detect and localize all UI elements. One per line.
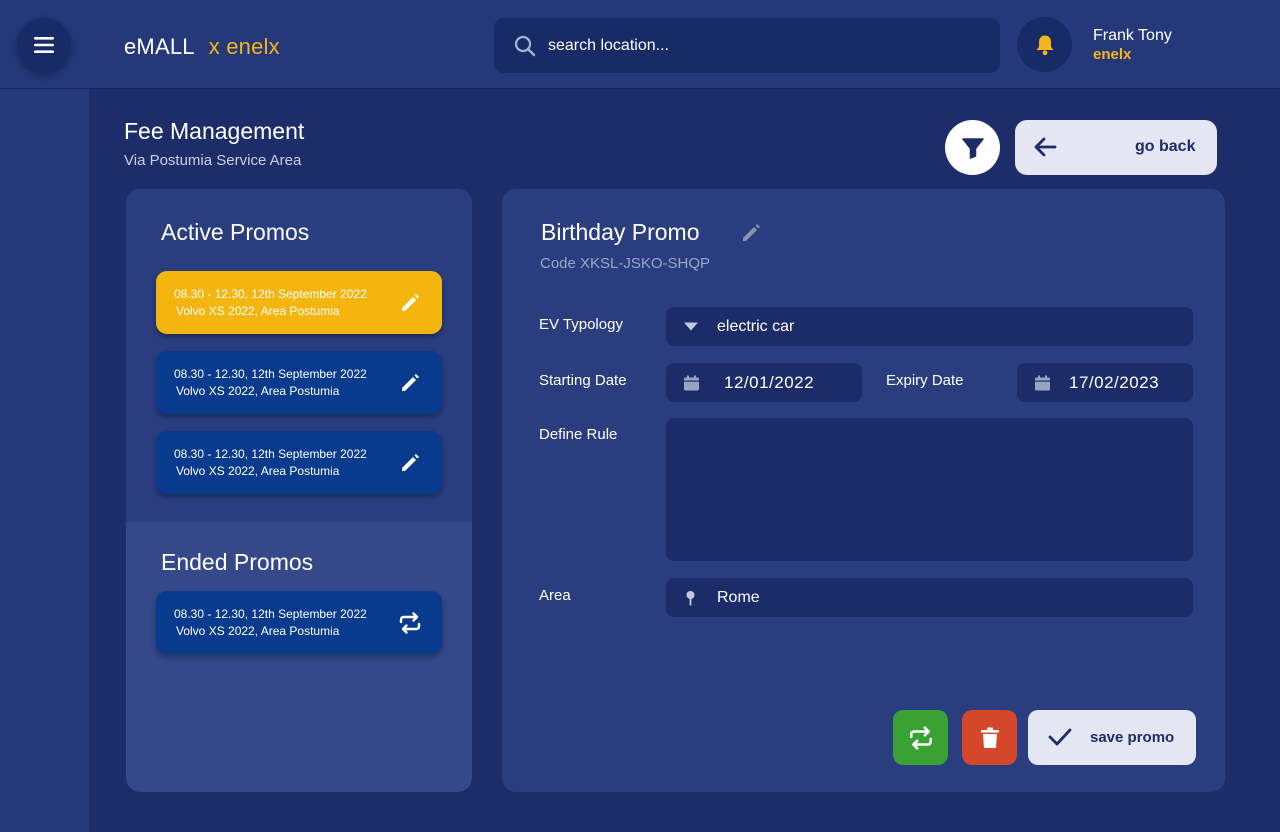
starting-date-value: 12/01/2022: [724, 372, 815, 392]
promo-details: Volvo XS 2022, Area Postumia: [176, 624, 340, 638]
trash-icon: [980, 727, 999, 748]
pencil-icon[interactable]: [739, 221, 763, 245]
ev-typology-value: electric car: [717, 317, 795, 335]
go-back-button[interactable]: go back: [1015, 120, 1217, 175]
define-rule-textarea[interactable]: [666, 418, 1193, 561]
expiry-date-field[interactable]: 17/02/2023: [1017, 363, 1193, 402]
promo-detail-panel: Birthday Promo Code XKSL-JSKO-SHQP EV Ty…: [502, 189, 1225, 792]
save-promo-label: save promo: [1090, 729, 1175, 746]
promo-card[interactable]: 08.30 - 12.30, 12th September 2022 Volvo…: [156, 351, 442, 414]
promo-time: 08.30 - 12.30, 12th September 2022: [174, 287, 367, 301]
pencil-icon[interactable]: [398, 291, 422, 315]
ev-typology-select[interactable]: electric car: [666, 307, 1193, 346]
pencil-icon[interactable]: [398, 371, 422, 395]
area-value: Rome: [717, 588, 760, 606]
search-icon: [514, 35, 536, 56]
dropdown-arrow-icon: [684, 322, 698, 331]
notifications-button[interactable]: [1017, 17, 1072, 72]
location-pin-icon: [686, 590, 695, 605]
promo-details: Volvo XS 2022, Area Postumia: [176, 464, 340, 478]
pencil-icon[interactable]: [398, 451, 422, 475]
side-rail: [0, 89, 89, 832]
promo-name: Birthday Promo: [541, 219, 700, 245]
user-name[interactable]: Frank Tony: [1093, 27, 1172, 45]
search-input[interactable]: [548, 36, 968, 55]
page-subtitle: Via Postumia Service Area: [124, 152, 302, 169]
area-label: Area: [539, 587, 571, 604]
user-organization: enelx: [1093, 46, 1132, 63]
promo-code: Code XKSL-JSKO-SHQP: [540, 255, 711, 272]
calendar-icon: [1035, 375, 1050, 390]
promo-card[interactable]: 08.30 - 12.30, 12th September 2022 Volvo…: [156, 271, 442, 334]
active-promos-section: Active Promos 08.30 - 12.30, 12th Septem…: [126, 189, 472, 522]
repeat-icon[interactable]: [398, 611, 422, 635]
save-promo-button[interactable]: save promo: [1028, 710, 1196, 765]
checkmark-icon: [1048, 728, 1072, 746]
define-rule-label: Define Rule: [539, 426, 618, 443]
promos-panel: Active Promos 08.30 - 12.30, 12th Septem…: [126, 189, 472, 792]
bell-icon: [1036, 35, 1053, 55]
filter-button[interactable]: [945, 120, 1000, 175]
expiry-date-value: 17/02/2023: [1069, 372, 1160, 392]
area-field[interactable]: Rome: [666, 578, 1193, 617]
arrow-left-icon: [1034, 137, 1057, 157]
promo-details: Volvo XS 2022, Area Postumia: [176, 304, 340, 318]
brand-partner: x enelx: [208, 34, 280, 59]
repeat-icon: [909, 725, 932, 750]
filter-icon: [961, 137, 984, 159]
promo-details: Volvo XS 2022, Area Postumia: [176, 384, 340, 398]
promo-time: 08.30 - 12.30, 12th September 2022: [174, 367, 367, 381]
expiry-date-label: Expiry Date: [886, 372, 964, 389]
page-title: Fee Management: [124, 118, 305, 144]
repeat-promo-button[interactable]: [893, 710, 948, 765]
ev-typology-label: EV Typology: [539, 316, 623, 333]
calendar-icon: [684, 375, 699, 390]
promo-card[interactable]: 08.30 - 12.30, 12th September 2022 Volvo…: [156, 431, 442, 494]
brand-name: eMALL: [124, 34, 195, 59]
starting-date-field[interactable]: 12/01/2022: [666, 363, 862, 402]
top-bar: eMALL x enelx Frank Tony enelx: [0, 0, 1280, 89]
starting-date-label: Starting Date: [539, 372, 627, 389]
search-bar: [494, 18, 1000, 73]
hamburger-menu-icon: [34, 37, 54, 53]
brand-logo[interactable]: eMALL x enelx: [124, 34, 280, 60]
promo-time: 08.30 - 12.30, 12th September 2022: [174, 447, 367, 461]
menu-button[interactable]: [17, 18, 71, 72]
ended-promos-title: Ended Promos: [161, 549, 314, 575]
promo-time: 08.30 - 12.30, 12th September 2022: [174, 607, 367, 621]
go-back-label: go back: [1135, 138, 1196, 155]
promo-card-ended[interactable]: 08.30 - 12.30, 12th September 2022 Volvo…: [156, 591, 442, 654]
active-promos-title: Active Promos: [161, 219, 310, 245]
delete-promo-button[interactable]: [962, 710, 1017, 765]
